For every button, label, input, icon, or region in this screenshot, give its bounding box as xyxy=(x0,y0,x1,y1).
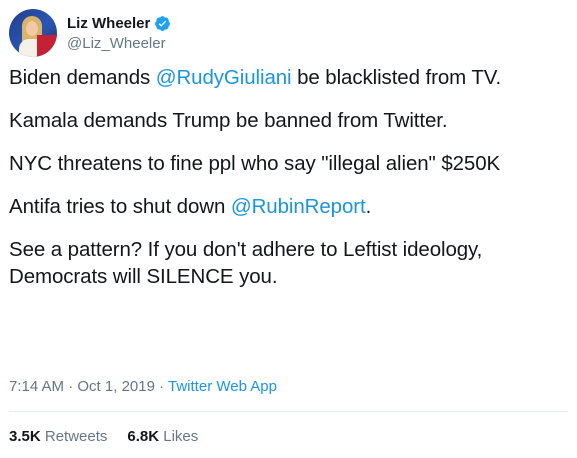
tweet-line: Biden demands @RudyGiuliani be blacklist… xyxy=(9,66,502,89)
avatar[interactable] xyxy=(9,9,57,57)
tweet-line: Antifa tries to shut down @RubinReport. xyxy=(9,195,372,218)
author-names: Liz Wheeler @Liz_Wheeler xyxy=(67,15,171,52)
tweet-meta: 7:14 AM · Oct 1, 2019 · Twitter Web App xyxy=(9,378,277,395)
likes-stat[interactable]: 6.8K Likes xyxy=(127,428,198,445)
tweet-time[interactable]: 7:14 AM xyxy=(9,378,64,395)
divider xyxy=(9,411,568,412)
verified-badge-icon xyxy=(155,15,171,31)
tweet-text: Biden demands @RudyGiuliani be blacklist… xyxy=(9,64,569,290)
mention-link[interactable]: @RubinReport xyxy=(231,195,366,218)
tweet-header: Liz Wheeler @Liz_Wheeler xyxy=(9,8,171,58)
tweet-stats: 3.5K Retweets 6.8K Likes xyxy=(9,428,198,445)
author-handle[interactable]: @Liz_Wheeler xyxy=(67,35,171,52)
retweets-stat[interactable]: 3.5K Retweets xyxy=(9,428,107,445)
tweet-date[interactable]: Oct 1, 2019 xyxy=(77,378,155,395)
mention-link[interactable]: @RudyGiuliani xyxy=(156,66,292,89)
tweet-line: NYC threatens to fine ppl who say "illeg… xyxy=(9,152,501,175)
tweet-line: See a pattern? If you don't adhere to Le… xyxy=(9,238,483,288)
tweet-line: Kamala demands Trump be banned from Twit… xyxy=(9,109,448,132)
author-display-name[interactable]: Liz Wheeler xyxy=(67,15,150,32)
tweet-source-link[interactable]: Twitter Web App xyxy=(168,378,277,395)
